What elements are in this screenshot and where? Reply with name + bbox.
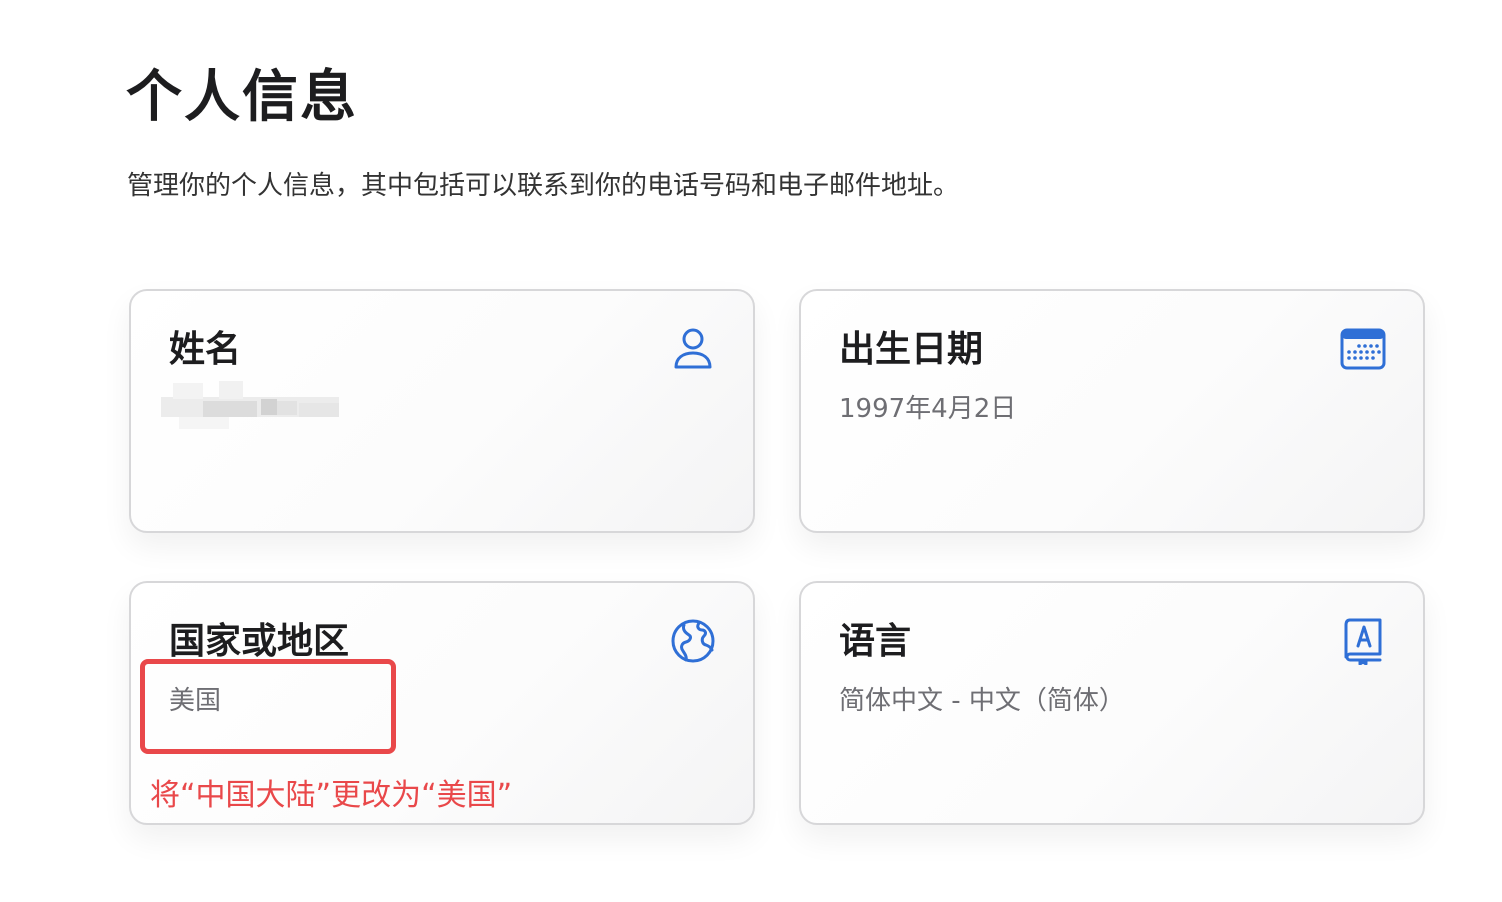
name-card[interactable]: 姓名 xyxy=(129,289,755,533)
name-value-redacted xyxy=(159,379,341,435)
language-card-title: 语言 xyxy=(839,621,912,662)
language-card[interactable]: 语言 简体中文 - 中文（简体） xyxy=(799,581,1425,825)
globe-icon xyxy=(671,619,715,663)
person-icon xyxy=(674,328,712,369)
dictionary-icon xyxy=(1344,618,1382,665)
birthday-card[interactable]: 出生日期 1997年4月2日 xyxy=(799,289,1425,533)
page-subtitle: 管理你的个人信息，其中包括可以联系到你的电话号码和电子邮件地址。 xyxy=(127,171,960,201)
name-card-title: 姓名 xyxy=(169,329,242,370)
annotation-text: 将“中国大陆”更改为“美国” xyxy=(150,778,513,813)
birthday-card-title: 出生日期 xyxy=(839,329,984,370)
language-value: 简体中文 - 中文（简体） xyxy=(839,686,1125,716)
page-title: 个人信息 xyxy=(126,65,358,130)
calendar-icon xyxy=(1340,328,1386,370)
annotation-highlight-box xyxy=(140,659,396,754)
birthday-value: 1997年4月2日 xyxy=(839,394,1017,424)
